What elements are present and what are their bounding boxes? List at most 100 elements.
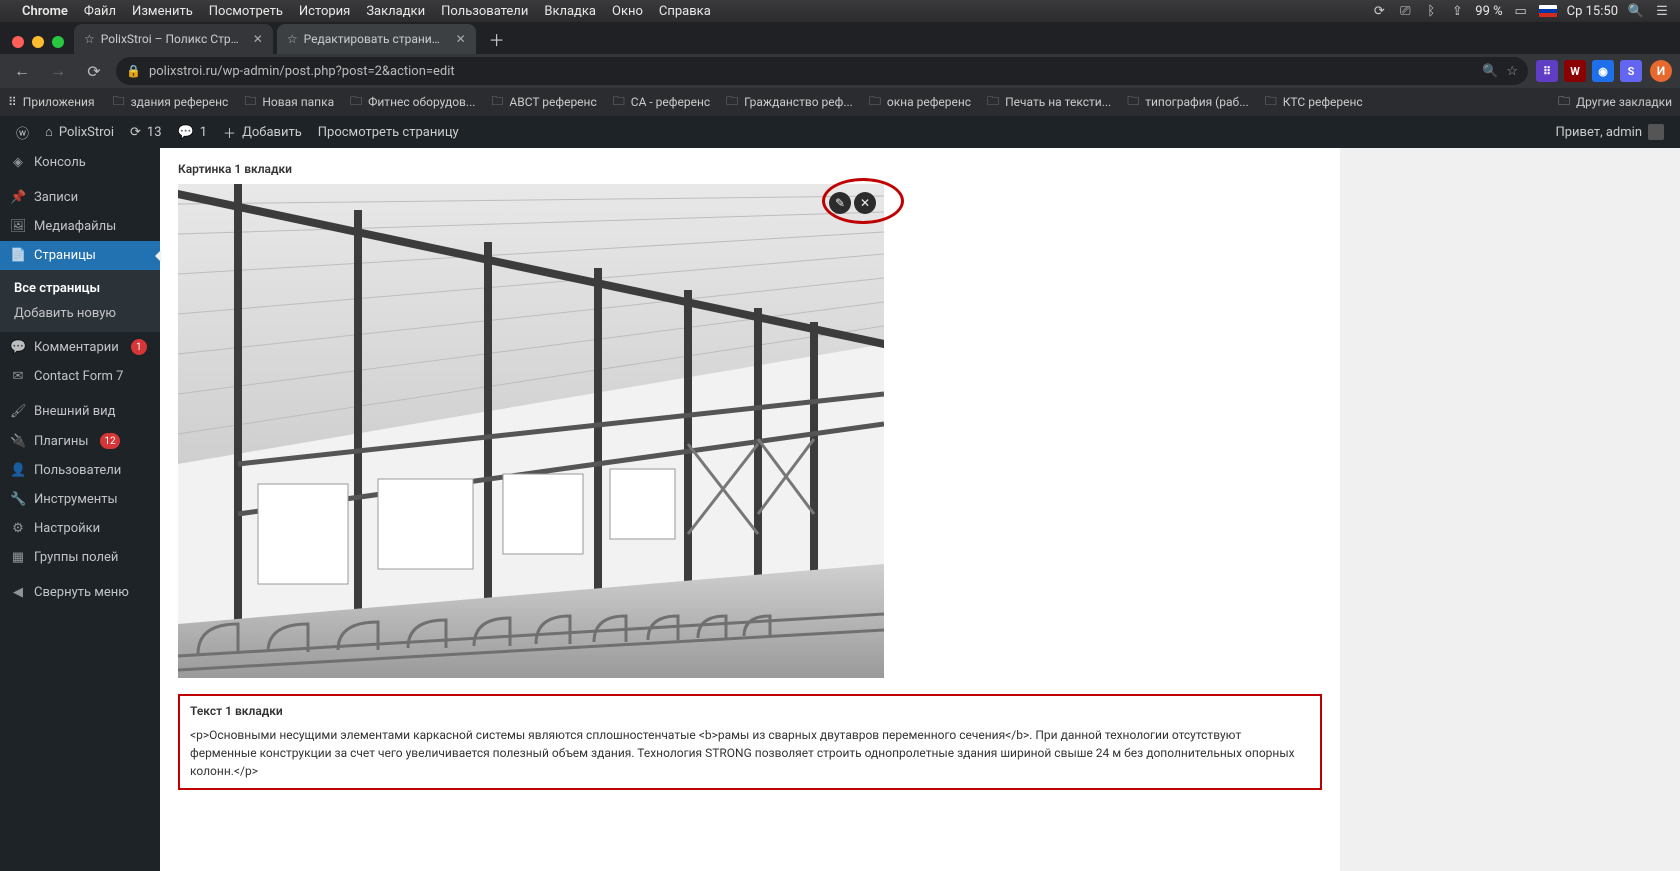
sidebar-item-settings[interactable]: ⚙Настройки (0, 514, 160, 543)
bookmarks-bar: ⠿Приложения 🗀здания референс 🗀Новая папк… (0, 88, 1680, 116)
menu-edit[interactable]: Изменить (132, 4, 193, 19)
sidebar-item-collapse[interactable]: ◀Свернуть меню (0, 578, 160, 607)
wrench-icon: 🔧 (10, 492, 26, 507)
lock-icon: 🔒 (126, 64, 141, 78)
media-icon: 🖼 (10, 219, 26, 234)
extension-icon[interactable]: S (1620, 60, 1642, 82)
window-minimize-icon[interactable] (32, 36, 44, 48)
wp-site-link[interactable]: ⌂PolixStroi (37, 116, 122, 148)
pin-icon: 📌 (10, 190, 26, 205)
screen-icon[interactable]: ⎚ (1397, 3, 1413, 19)
page-icon: 📄 (10, 248, 26, 263)
sidebar-item-tools[interactable]: 🔧Инструменты (0, 485, 160, 514)
wp-comments[interactable]: 💬1 (170, 116, 216, 148)
status-icon[interactable]: ⟳ (1371, 3, 1387, 19)
sidebar-item-appearance[interactable]: 🖌Внешний вид (0, 397, 160, 426)
bookmark-folder[interactable]: 🗀Новая папка (238, 89, 340, 116)
wp-add-new[interactable]: ＋Добавить (215, 116, 310, 148)
bookmark-folder[interactable]: 🗀Фитнес оборудов... (344, 89, 481, 116)
bookmark-star-icon[interactable]: ☆ (1506, 64, 1518, 79)
url-text: polixstroi.ru/wp-admin/post.php?post=2&a… (149, 64, 1474, 79)
folder-icon: 🗀 (726, 92, 738, 113)
tab-close-icon[interactable]: ✕ (253, 32, 263, 46)
edit-image-button[interactable]: ✎ (829, 192, 851, 214)
extension-icon[interactable]: ⠿ (1536, 60, 1558, 82)
folder-icon: 🗀 (244, 92, 256, 113)
extension-icon[interactable]: ◉ (1592, 60, 1614, 82)
forward-button[interactable]: → (44, 57, 72, 85)
close-icon: ✕ (860, 196, 870, 210)
wp-updates[interactable]: ⟳13 (122, 116, 170, 148)
browser-tab-0[interactable]: ☆ PolixStroi – Поликс Строй – с... ✕ (74, 24, 273, 54)
control-center-icon[interactable]: ☰ (1654, 3, 1670, 19)
sidebar-item-comments[interactable]: 💬Комментарии1 (0, 332, 160, 362)
clock[interactable]: Ср 15:50 (1567, 4, 1618, 19)
sidebar-item-dashboard[interactable]: ◈Консоль (0, 148, 160, 177)
menu-history[interactable]: История (299, 4, 350, 19)
menu-view[interactable]: Посмотреть (209, 4, 283, 19)
sidebar-item-plugins[interactable]: 🔌Плагины12 (0, 426, 160, 456)
bookmark-folder[interactable]: 🗀КТС референс (1259, 89, 1369, 116)
wp-logo-menu[interactable]: ⓦ (8, 116, 37, 148)
address-bar[interactable]: 🔒 polixstroi.ru/wp-admin/post.php?post=2… (116, 57, 1528, 85)
profile-avatar[interactable]: И (1650, 60, 1672, 82)
window-close-icon[interactable] (12, 36, 24, 48)
sidebar-item-media[interactable]: 🖼Медиафайлы (0, 212, 160, 241)
bluetooth-icon[interactable]: ᛒ (1423, 3, 1439, 19)
wp-body: ◈Консоль 📌Записи 🖼Медиафайлы 📄Страницы В… (0, 148, 1680, 871)
acf-image-field[interactable]: ✎ ✕ (178, 184, 884, 678)
plugin-icon: 🔌 (10, 434, 26, 449)
apps-button[interactable]: ⠿Приложения (8, 95, 95, 109)
grid-icon: ▦ (10, 550, 26, 565)
field-label-text: Текст 1 вкладки (190, 704, 1310, 718)
bookmark-folder[interactable]: 🗀окна референс (863, 89, 977, 116)
sidebar-subitem-add-new[interactable]: Добавить новую (0, 301, 160, 326)
wp-greeting[interactable]: Привет, admin (1547, 124, 1672, 140)
bookmark-folder[interactable]: 🗀ABCT референс (485, 89, 602, 116)
wp-adminbar: ⓦ ⌂PolixStroi ⟳13 💬1 ＋Добавить Просмотре… (0, 116, 1680, 148)
sidebar-item-pages[interactable]: 📄Страницы (0, 241, 160, 270)
reload-button[interactable]: ⟳ (80, 57, 108, 85)
menu-bookmarks[interactable]: Закладки (366, 4, 425, 19)
back-button[interactable]: ← (8, 57, 36, 85)
wp-view-page[interactable]: Просмотреть страницу (310, 116, 467, 148)
menu-tab[interactable]: Вкладка (544, 4, 596, 19)
browser-tab-1[interactable]: ☆ Редактировать страницу ‹ Pc... ✕ (277, 24, 476, 54)
wifi-icon[interactable]: ⇪ (1449, 3, 1465, 19)
bookmark-folder[interactable]: 🗀CA - референс (607, 89, 716, 116)
tab-close-icon[interactable]: ✕ (456, 32, 466, 46)
sidebar-item-posts[interactable]: 📌Записи (0, 183, 160, 212)
sidebar-item-users[interactable]: 👤Пользователи (0, 456, 160, 485)
sidebar-item-fieldgroups[interactable]: ▦Группы полей (0, 543, 160, 572)
bookmark-folder[interactable]: 🗀здания референс (107, 89, 235, 116)
mail-icon: ✉ (10, 369, 26, 384)
remove-image-button[interactable]: ✕ (854, 192, 876, 214)
bookmark-folder[interactable]: 🗀Печать на тексти... (981, 89, 1117, 116)
menu-app[interactable]: Chrome (22, 4, 68, 19)
input-flag-icon[interactable] (1539, 5, 1557, 17)
spotlight-icon[interactable]: 🔍 (1628, 3, 1644, 19)
battery-percent: 99 % (1475, 4, 1502, 19)
home-icon: ⌂ (45, 124, 53, 140)
content-area: Картинка 1 вкладки (160, 148, 1340, 871)
other-bookmarks[interactable]: 🗀Другие закладки (1558, 92, 1672, 113)
comment-icon: 💬 (178, 125, 194, 140)
bookmark-folder[interactable]: 🗀типография (раб... (1121, 89, 1255, 116)
menu-users[interactable]: Пользователи (441, 4, 528, 19)
menu-window[interactable]: Окно (612, 4, 643, 19)
sidebar-item-cf7[interactable]: ✉Contact Form 7 (0, 362, 160, 391)
window-maximize-icon[interactable] (52, 36, 64, 48)
menu-file[interactable]: Файл (84, 4, 116, 19)
extension-icon[interactable]: W (1564, 60, 1586, 82)
new-tab-button[interactable]: ＋ (484, 26, 510, 52)
folder-icon: 🗀 (613, 92, 625, 113)
field-label-image: Картинка 1 вкладки (160, 162, 1340, 184)
menu-help[interactable]: Справка (659, 4, 711, 19)
search-in-page-icon[interactable]: 🔍 (1482, 64, 1498, 79)
browser-tab-strip: ☆ PolixStroi – Поликс Строй – с... ✕ ☆ Р… (0, 22, 1680, 54)
sidebar-subitem-all-pages[interactable]: Все страницы (0, 276, 160, 301)
text-field-value[interactable]: <p>Основными несущими элементами каркасн… (190, 726, 1310, 780)
comments-icon: 💬 (10, 340, 26, 355)
tab-title: PolixStroi – Поликс Строй – с... (101, 32, 241, 46)
bookmark-folder[interactable]: 🗀Гражданство реф... (720, 89, 859, 116)
